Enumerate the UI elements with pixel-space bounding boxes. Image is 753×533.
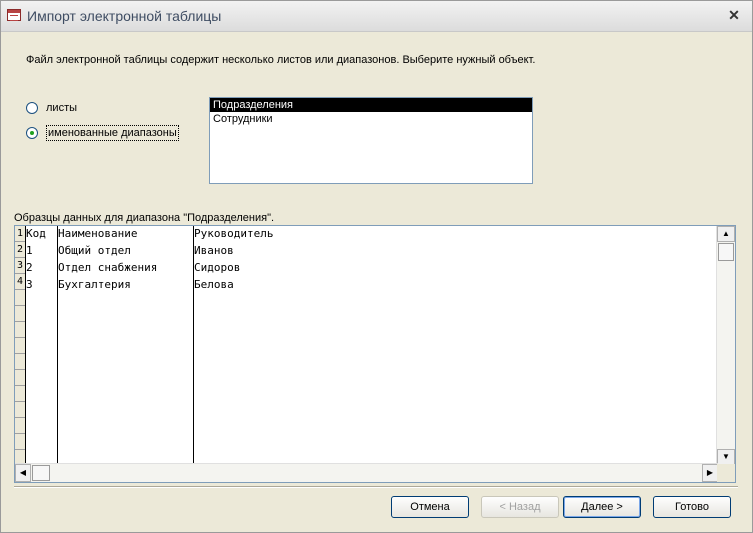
row-number-empty bbox=[15, 306, 25, 322]
table-cell: Сидоров bbox=[194, 261, 241, 274]
table-cell: Белова bbox=[194, 278, 234, 291]
finish-button[interactable]: Готово bbox=[653, 496, 731, 518]
table-cell: Код bbox=[26, 227, 46, 240]
list-item-departments[interactable]: Подразделения bbox=[210, 98, 532, 112]
preview-caption: Образцы данных для диапазона "Подразделе… bbox=[14, 212, 275, 224]
sheets-radio[interactable] bbox=[26, 102, 38, 114]
data-preview-grid[interactable]: 1 2 3 4 Код Наименование Руководитель 1 bbox=[14, 225, 736, 483]
table-cell: 3 bbox=[26, 278, 33, 291]
divider bbox=[14, 486, 738, 488]
row-number-empty bbox=[15, 386, 25, 402]
row-number: 3 bbox=[15, 258, 25, 274]
table-cell: Отдел снабжения bbox=[58, 261, 158, 274]
next-button[interactable]: Далее > bbox=[563, 496, 641, 518]
cancel-button[interactable]: Отмена bbox=[391, 496, 469, 518]
close-icon[interactable]: ✕ bbox=[726, 7, 742, 23]
row-number-empty bbox=[15, 402, 25, 418]
table-cell: Бухгалтерия bbox=[58, 278, 131, 291]
table-cell: Иванов bbox=[194, 244, 234, 257]
sheets-radio-label: листы bbox=[46, 102, 78, 114]
row-number-empty bbox=[15, 434, 25, 450]
table-cell: 1 bbox=[26, 244, 33, 257]
row-number: 1 bbox=[15, 226, 25, 242]
title-bar: Импорт электронной таблицы ✕ bbox=[1, 1, 752, 32]
preview-table: 1 2 3 4 Код Наименование Руководитель 1 bbox=[15, 226, 718, 465]
scrollbar-corner bbox=[717, 464, 735, 482]
row-number-empty bbox=[15, 290, 25, 306]
window-title: Импорт электронной таблицы bbox=[27, 8, 222, 24]
sheets-option[interactable]: листы bbox=[26, 102, 77, 114]
import-spreadsheet-dialog: Импорт электронной таблицы ✕ Файл электр… bbox=[0, 0, 753, 533]
row-number-empty bbox=[15, 418, 25, 434]
table-cell: Руководитель bbox=[194, 227, 274, 240]
table-import-icon bbox=[7, 9, 21, 21]
vertical-scrollbar[interactable]: ▲ ▼ bbox=[716, 226, 735, 465]
vertical-scroll-thumb[interactable] bbox=[718, 243, 734, 261]
row-number: 2 bbox=[15, 242, 25, 258]
list-item-employees[interactable]: Сотрудники bbox=[210, 112, 532, 126]
back-button[interactable]: < Назад bbox=[481, 496, 559, 518]
instruction-text: Файл электронной таблицы содержит нескол… bbox=[26, 54, 536, 66]
row-number-empty bbox=[15, 338, 25, 354]
row-number: 4 bbox=[15, 274, 25, 290]
named-ranges-radio-label: именованные диапазоны bbox=[46, 125, 179, 141]
scroll-right-icon[interactable]: ▶ bbox=[702, 464, 718, 482]
row-number-column: 1 2 3 4 bbox=[15, 226, 26, 465]
scroll-up-icon[interactable]: ▲ bbox=[717, 226, 735, 242]
horizontal-scroll-thumb[interactable] bbox=[32, 465, 50, 481]
scroll-left-icon[interactable]: ◀ bbox=[15, 464, 31, 482]
row-number-empty bbox=[15, 370, 25, 386]
named-ranges-radio[interactable] bbox=[26, 127, 38, 139]
horizontal-scrollbar[interactable]: ◀ ▶ bbox=[15, 463, 718, 482]
scroll-down-icon[interactable]: ▼ bbox=[717, 449, 735, 465]
table-cell: 2 bbox=[26, 261, 33, 274]
table-cell: Наименование bbox=[58, 227, 138, 240]
range-listbox[interactable]: Подразделения Сотрудники bbox=[209, 97, 533, 184]
row-number-empty bbox=[15, 322, 25, 338]
table-cell: Общий отдел bbox=[58, 244, 131, 257]
named-ranges-option[interactable]: именованные диапазоны bbox=[26, 125, 179, 141]
row-number-empty bbox=[15, 354, 25, 370]
